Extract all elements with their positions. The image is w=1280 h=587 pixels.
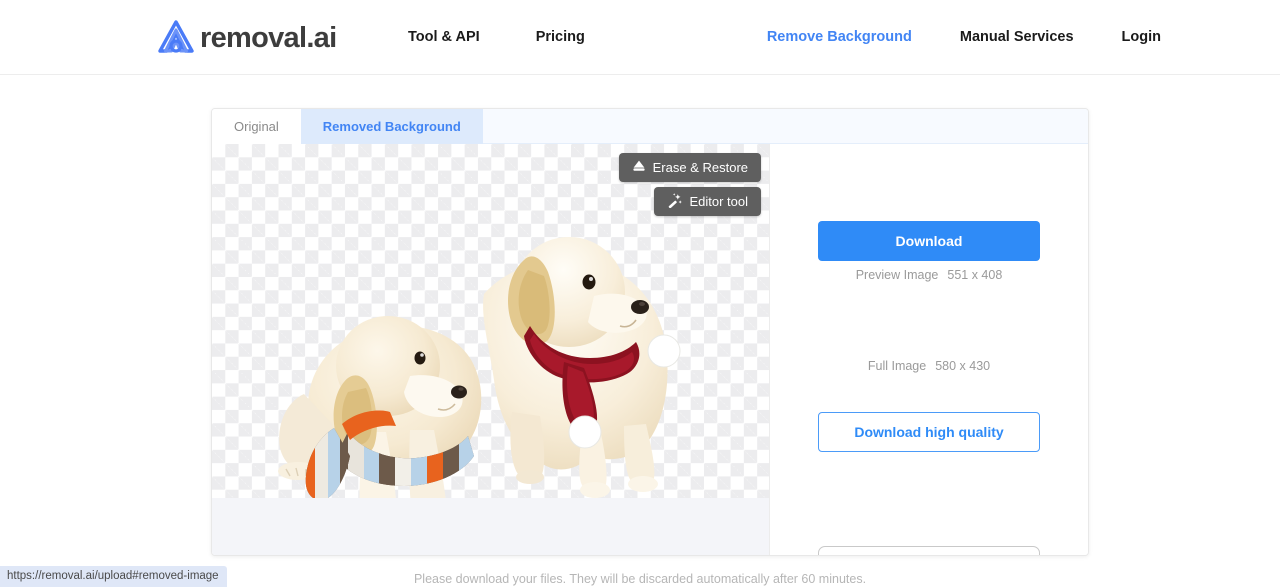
- browser-status-bar: https://removal.ai/upload#removed-image: [0, 566, 227, 587]
- download-panel: Download Preview Image 551 x 408 Download…: [770, 144, 1088, 557]
- tool-buttons: Erase & Restore Editor tool: [618, 153, 761, 216]
- full-image-dimensions: 580 x 430: [935, 359, 991, 373]
- nav-item-manual-services[interactable]: Manual Services: [960, 29, 1074, 45]
- primary-nav: Tool & API Pricing: [408, 29, 585, 45]
- preview-image-caption: Preview Image: [855, 268, 939, 282]
- editor-tool-button[interactable]: Editor tool: [654, 187, 761, 216]
- full-image-caption: Full Image: [867, 359, 927, 373]
- site-header: removal.ai Tool & API Pricing Remove Bac…: [0, 0, 1280, 75]
- erase-and-restore-label: Erase & Restore: [652, 160, 748, 175]
- hire-manual-editors-card[interactable]: Hire Our Manual Editors Have image back …: [818, 546, 1040, 557]
- preview-image-meta: Preview Image 551 x 408: [818, 268, 1040, 282]
- tab-removed-background[interactable]: Removed Background: [300, 109, 483, 144]
- logo[interactable]: removal.ai: [154, 17, 337, 59]
- full-image-meta: Full Image 580 x 430: [818, 359, 1040, 373]
- download-high-quality-button[interactable]: Download high quality: [818, 412, 1040, 452]
- nav-item-remove-background[interactable]: Remove Background: [767, 29, 912, 45]
- preview-image-dimensions: 551 x 408: [947, 268, 1003, 282]
- editor-card: Original Removed Background Erase & Rest…: [211, 108, 1089, 556]
- eraser-icon: [632, 159, 646, 176]
- magic-wand-icon: [667, 192, 683, 211]
- nav-item-pricing[interactable]: Pricing: [536, 29, 585, 45]
- removal-ai-logo-icon: [154, 17, 198, 59]
- download-button[interactable]: Download: [818, 221, 1040, 261]
- nav-item-login[interactable]: Login: [1122, 29, 1161, 45]
- editor-tool-label: Editor tool: [689, 194, 748, 209]
- hire-manual-editors-title-row: Hire Our Manual Editors: [819, 547, 1039, 557]
- nav-item-tool-api[interactable]: Tool & API: [408, 29, 480, 45]
- tab-bar: Original Removed Background: [212, 109, 1088, 144]
- hand-sparkle-icon: [995, 556, 1017, 557]
- tab-original[interactable]: Original: [212, 109, 301, 144]
- canvas-bottom-strip: [212, 498, 769, 555]
- erase-and-restore-button[interactable]: Erase & Restore: [618, 153, 761, 182]
- logo-text: removal.ai: [200, 22, 337, 54]
- image-canvas[interactable]: Erase & Restore Editor tool: [212, 144, 769, 555]
- puppy-right: [483, 237, 681, 498]
- secondary-nav: Remove Background Manual Services Login: [767, 29, 1161, 45]
